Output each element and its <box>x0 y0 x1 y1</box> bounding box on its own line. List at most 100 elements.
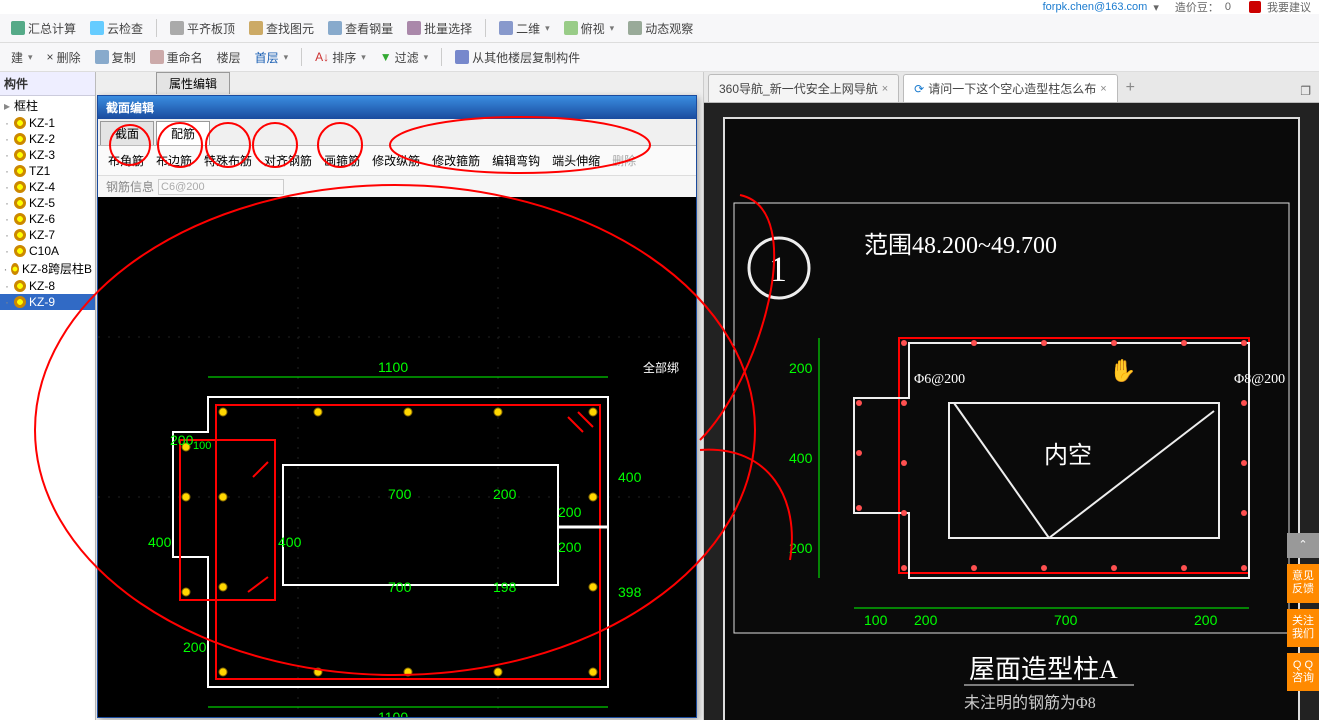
section-editor-window: 截面编辑 截面 配筋 布角筋 布边筋 特殊布筋 对齐钢筋 画箍筋 修改纵筋 修改… <box>97 95 697 718</box>
svg-text:1100: 1100 <box>378 709 408 717</box>
tool-edge[interactable]: 布边筋 <box>152 150 196 171</box>
bean-label: 造价豆： <box>1175 0 1219 15</box>
btn-filter[interactable]: ▼ 过滤▾ <box>375 47 433 68</box>
tab-rebar[interactable]: 配筋 <box>156 121 210 145</box>
tab-section[interactable]: 截面 <box>100 121 154 145</box>
section-canvas[interactable]: 1100 1100 200 100 400 200 400 398 700 70… <box>98 197 696 717</box>
tree-item[interactable]: ·KZ-9 <box>0 294 95 310</box>
hand-cursor-icon: ✋ <box>1109 358 1136 383</box>
tree-item[interactable]: ·KZ-8跨层柱B <box>0 259 95 278</box>
tool-modify-long[interactable]: 修改纵筋 <box>368 150 424 171</box>
svg-text:内空: 内空 <box>1044 442 1092 469</box>
tree-root[interactable]: ▸框柱 <box>0 96 95 115</box>
column-icon <box>11 263 19 275</box>
batch-icon <box>407 21 421 35</box>
btn-create[interactable]: 建▾ <box>6 47 38 68</box>
column-icon <box>14 181 26 193</box>
btn-floor[interactable]: 楼层 <box>212 47 246 68</box>
tree-item[interactable]: ·KZ-3 <box>0 147 95 163</box>
twod-icon <box>499 21 513 35</box>
new-tab-button[interactable]: + <box>1118 74 1143 102</box>
svg-text:200: 200 <box>1194 612 1218 628</box>
tree-item[interactable]: ·TZ1 <box>0 163 95 179</box>
svg-text:100: 100 <box>193 440 211 452</box>
column-icon <box>14 280 26 292</box>
btn-cloud[interactable]: 云检查 <box>85 18 148 39</box>
column-icon <box>14 165 26 177</box>
photo-drawing: 1 范围48.200~49.700 内空 ✋ 200 400 <box>704 103 1319 720</box>
tab-prop-edit[interactable]: 属性编辑 <box>156 72 230 94</box>
btn-batch[interactable]: 批量选择 <box>402 18 477 39</box>
dropdown-arrow[interactable]: ▾ <box>1153 1 1159 14</box>
side-tag-follow[interactable]: 关注 我们 <box>1287 609 1319 647</box>
btn-overlook[interactable]: 俯视▾ <box>559 18 620 39</box>
btn-find[interactable]: 查找图元 <box>244 18 319 39</box>
btn-calc[interactable]: 汇总计算 <box>6 18 81 39</box>
svg-text:范围48.200~49.700: 范围48.200~49.700 <box>864 232 1057 259</box>
search-icon <box>249 21 263 35</box>
svg-text:全部绑: 全部绑 <box>643 360 679 375</box>
sigma-icon <box>11 21 25 35</box>
btn-copy[interactable]: 复制 <box>90 47 141 68</box>
rebar-info-input[interactable] <box>158 179 284 195</box>
tool-special[interactable]: 特殊布筋 <box>200 150 256 171</box>
side-tag-qq[interactable]: Q Q 咨询 <box>1287 653 1319 691</box>
tree-item[interactable]: ·KZ-1 <box>0 115 95 131</box>
svg-text:1: 1 <box>769 249 787 289</box>
column-icon <box>14 149 26 161</box>
btn-copy-floor[interactable]: 从其他楼层复制构件 <box>450 47 585 68</box>
svg-text:未注明的钢筋为Φ8: 未注明的钢筋为Φ8 <box>964 694 1096 712</box>
btn-steel[interactable]: 查看钢量 <box>323 18 398 39</box>
column-icon <box>14 117 26 129</box>
tool-corner[interactable]: 布角筋 <box>104 150 148 171</box>
cloud-icon <box>90 21 104 35</box>
btn-flat[interactable]: 平齐板顶 <box>165 18 240 39</box>
side-tag-top[interactable]: ⌃ <box>1287 533 1319 558</box>
tool-edit-hook[interactable]: 编辑弯钩 <box>488 150 544 171</box>
bean-value: 0 <box>1225 1 1231 13</box>
tree-item[interactable]: ·C10A <box>0 243 95 259</box>
svg-text:屋面造型柱A: 屋面造型柱A <box>969 655 1118 684</box>
svg-text:198: 198 <box>493 579 517 595</box>
dyn-icon <box>628 21 642 35</box>
editor-tabs: 截面 配筋 <box>98 119 696 146</box>
tool-modify-stirrup[interactable]: 修改箍筋 <box>428 150 484 171</box>
close-icon[interactable]: × <box>882 83 888 95</box>
tree-item[interactable]: ·KZ-8 <box>0 278 95 294</box>
window-title[interactable]: 截面编辑 <box>98 96 696 119</box>
tree-item[interactable]: ·KZ-4 <box>0 179 95 195</box>
browser-pane: 360导航_新一代安全上网导航× ⟳请问一下这个空心造型柱怎么布× + ❐ 1 … <box>703 72 1319 720</box>
svg-text:398: 398 <box>618 584 642 600</box>
btn-delete[interactable]: × 删除 <box>42 47 86 68</box>
column-icon <box>14 245 26 257</box>
svg-text:200: 200 <box>493 486 517 502</box>
btn-rename[interactable]: 重命名 <box>145 47 208 68</box>
svg-text:200: 200 <box>170 432 194 448</box>
tree-item[interactable]: ·KZ-2 <box>0 131 95 147</box>
user-email[interactable]: forpk.chen@163.com <box>1043 1 1148 13</box>
btn-dyn[interactable]: 动态观察 <box>623 18 698 39</box>
browser-tab-2[interactable]: ⟳请问一下这个空心造型柱怎么布× <box>903 74 1118 102</box>
browser-tab-1[interactable]: 360导航_新一代安全上网导航× <box>708 74 899 102</box>
restore-icon[interactable]: ❐ <box>1292 80 1319 102</box>
tool-end-extend[interactable]: 端头伸缩 <box>548 150 604 171</box>
tool-delete[interactable]: 删除 <box>608 150 640 171</box>
suggest-link[interactable]: 我要建议 <box>1267 0 1311 15</box>
tool-stirrup[interactable]: 画箍筋 <box>320 150 364 171</box>
tree-item[interactable]: ·KZ-7 <box>0 227 95 243</box>
feedback-tags: ⌃ 意见 反馈 关注 我们 Q Q 咨询 <box>1287 533 1319 691</box>
tree-item[interactable]: ·KZ-6 <box>0 211 95 227</box>
floor-select[interactable]: 首层▾ <box>250 47 294 68</box>
btn-sort[interactable]: A↓ 排序▾ <box>310 47 371 68</box>
svg-text:200: 200 <box>558 504 582 520</box>
browser-tabstrip: 360导航_新一代安全上网导航× ⟳请问一下这个空心造型柱怎么布× + ❐ <box>704 72 1319 103</box>
close-icon[interactable]: × <box>1100 83 1106 95</box>
tree-item[interactable]: ·KZ-5 <box>0 195 95 211</box>
btn-2d[interactable]: 二维▾ <box>494 18 555 39</box>
svg-text:1100: 1100 <box>378 359 408 375</box>
rename-icon <box>150 50 164 64</box>
column-icon <box>14 133 26 145</box>
side-tag-feedback[interactable]: 意见 反馈 <box>1287 564 1319 602</box>
tool-align[interactable]: 对齐钢筋 <box>260 150 316 171</box>
flag-icon <box>1249 1 1261 13</box>
